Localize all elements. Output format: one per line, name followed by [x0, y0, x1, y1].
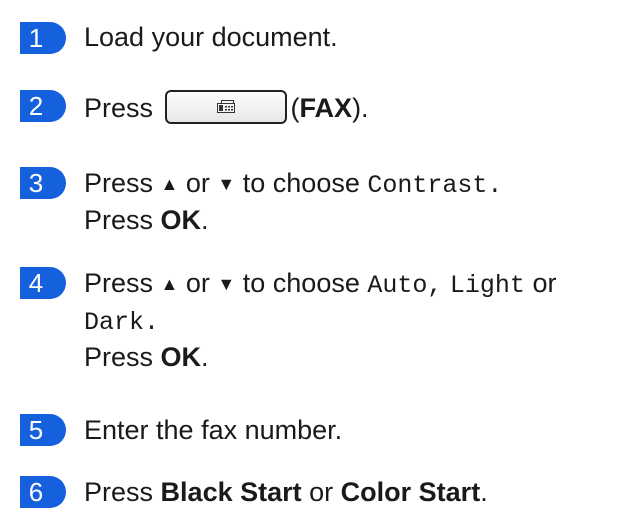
step-text: Press (FAX).: [84, 89, 369, 127]
menu-option: Light: [449, 271, 525, 300]
step-number-badge: 1: [20, 22, 66, 54]
step-text: Enter the fax number.: [84, 415, 343, 445]
ok-key-label: OK: [160, 342, 202, 372]
step-number-badge: 6: [20, 476, 66, 508]
down-arrow-icon: ▼: [217, 174, 236, 194]
ok-key-label: OK: [160, 205, 202, 235]
menu-option: Dark: [84, 308, 145, 337]
step-text: Press ▲ or ▼ to choose Contrast. Press O…: [84, 168, 503, 235]
fax-icon: [216, 99, 235, 113]
step-text: Press ▲ or ▼ to choose Auto, Light or Da…: [84, 268, 557, 372]
down-arrow-icon: ▼: [217, 274, 236, 294]
step-number-badge: 5: [20, 414, 66, 446]
step-number-badge: 2: [20, 90, 66, 122]
step-text: Press Black Start or Color Start.: [84, 477, 488, 507]
step-text: Load your document.: [84, 22, 338, 52]
up-arrow-icon: ▲: [160, 274, 179, 294]
menu-option: Contrast: [367, 171, 488, 200]
menu-option: Auto: [367, 271, 428, 300]
fax-button[interactable]: [164, 89, 287, 124]
step-number-badge: 3: [20, 167, 66, 199]
step-number-badge: 4: [20, 267, 66, 299]
color-start-key-label: Color Start: [340, 477, 481, 507]
black-start-key-label: Black Start: [160, 477, 302, 507]
fax-key-label: FAX: [299, 93, 353, 123]
up-arrow-icon: ▲: [160, 174, 179, 194]
